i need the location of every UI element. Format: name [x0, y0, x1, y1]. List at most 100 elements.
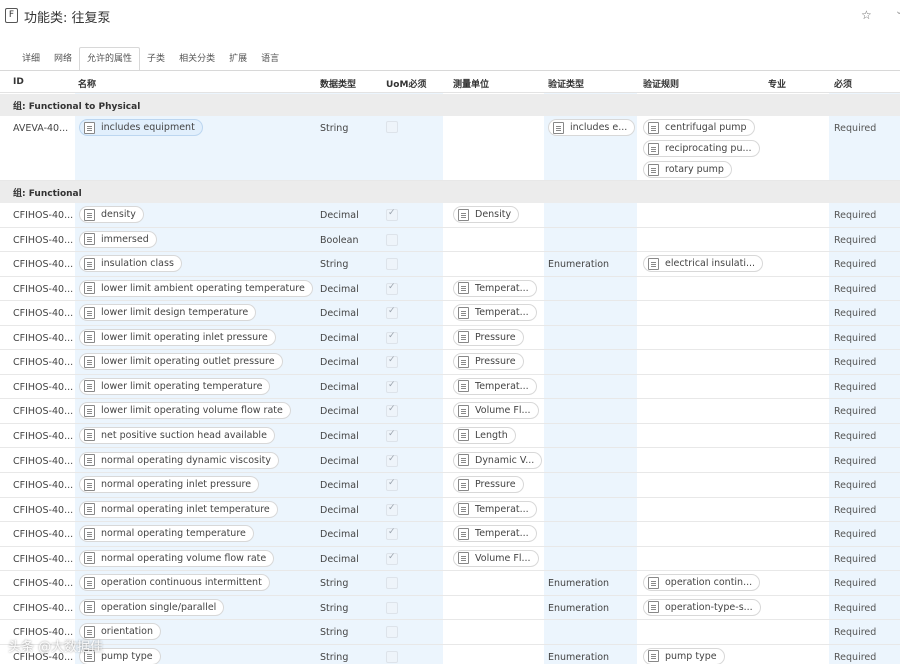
col-header-uom-required[interactable]: UoM必须 — [386, 77, 426, 90]
attribute-chip[interactable]: normal operating inlet temperature — [79, 500, 278, 518]
tab-related-classes[interactable]: 相关分类 — [172, 47, 222, 71]
uom-required-checkbox[interactable] — [386, 478, 398, 492]
tab-allowed-attributes[interactable]: 允许的属性 — [79, 47, 141, 71]
unit-chip[interactable]: Temperat... — [453, 500, 537, 518]
unit-chip[interactable]: Volume Fl... — [453, 402, 539, 420]
validation-rule-chip[interactable]: reciprocating pu... — [643, 140, 760, 157]
tab-language[interactable]: 语言 — [254, 47, 286, 71]
uom-required-checkbox[interactable] — [386, 454, 398, 467]
table-row[interactable]: CFIHOS-40... immersed Boolean Required — [0, 228, 900, 253]
col-header-discipline[interactable]: 专业 — [768, 77, 786, 90]
uom-required-checkbox[interactable] — [386, 282, 398, 295]
uom-required-checkbox[interactable] — [386, 650, 398, 663]
attribute-chip[interactable]: lower limit operating inlet pressure — [79, 328, 276, 346]
uom-required-checkbox[interactable] — [386, 355, 398, 369]
attribute-chip[interactable]: normal operating volume flow rate — [79, 549, 275, 567]
uom-required-checkbox[interactable] — [386, 404, 398, 418]
table-row[interactable]: CFIHOS-40... orientation String Required — [0, 620, 900, 645]
attribute-chip[interactable]: density — [79, 206, 144, 223]
unit-chip[interactable]: Temperat... — [453, 377, 537, 395]
uom-required-checkbox[interactable] — [386, 306, 398, 320]
attribute-chip[interactable]: normal operating inlet pressure — [79, 476, 260, 494]
unit-chip[interactable]: Dynamic V... — [453, 451, 543, 469]
validation-rule-chip[interactable]: centrifugal pump — [643, 119, 755, 136]
attribute-chip[interactable]: lower limit operating temperature — [79, 377, 271, 395]
uom-required-checkbox[interactable] — [386, 626, 398, 639]
table-row[interactable]: CFIHOS-40... normal operating inlet press… — [0, 473, 900, 498]
uom-required-checkbox[interactable] — [386, 601, 398, 614]
attribute-chip[interactable]: lower limit ambient operating temperatur… — [79, 279, 313, 297]
col-header-name[interactable]: 名称 — [78, 77, 96, 90]
uom-required-checkbox[interactable] — [386, 208, 398, 221]
col-header-validation-type[interactable]: 验证类型 — [548, 77, 584, 90]
unit-chip[interactable]: Pressure — [453, 328, 524, 346]
group-header-functional-to-physical[interactable]: 组: Functional to Physical — [0, 94, 900, 116]
more-options-icon[interactable]: ⌄ — [895, 6, 900, 17]
attribute-chip[interactable]: lower limit operating outlet pressure — [79, 353, 283, 371]
attribute-chip[interactable]: includes equipment — [79, 119, 203, 136]
table-row[interactable]: CFIHOS-40... lower limit operating inlet … — [0, 326, 900, 351]
validation-rule-chip[interactable]: pump type — [643, 647, 725, 664]
uom-required-checkbox[interactable] — [386, 503, 398, 516]
table-row[interactable]: CFIHOS-40... normal operating inlet tempe… — [0, 498, 900, 523]
table-row[interactable]: CFIHOS-40... normal operating volume flow… — [0, 547, 900, 572]
unit-chip[interactable]: Volume Fl... — [453, 549, 539, 567]
table-row[interactable]: CFIHOS-40... operation single/parallel Str… — [0, 596, 900, 621]
attribute-name: lower limit ambient operating temperatur… — [101, 282, 305, 294]
tab-subclasses[interactable]: 子类 — [140, 47, 172, 71]
validation-rule-chip[interactable]: rotary pump — [643, 161, 732, 178]
col-header-validation-rule[interactable]: 验证规则 — [643, 77, 679, 90]
attribute-chip[interactable]: operation continuous intermittent — [79, 574, 270, 592]
table-row[interactable]: CFIHOS-40... lower limit design temperatu… — [0, 301, 900, 326]
unit-chip[interactable]: Density — [453, 206, 520, 223]
attribute-chip[interactable]: normal operating dynamic viscosity — [79, 451, 279, 469]
uom-required-checkbox[interactable] — [386, 121, 398, 133]
attribute-chip[interactable]: insulation class — [79, 255, 182, 273]
validation-rule-chip[interactable]: electrical insulati... — [643, 255, 764, 273]
favorite-star-icon[interactable]: ☆ — [861, 8, 872, 22]
uom-required-checkbox[interactable] — [386, 233, 398, 246]
unit-chip[interactable]: Pressure — [453, 476, 524, 494]
validation-rule-chip[interactable]: operation-type-s... — [643, 598, 761, 616]
unit-chip[interactable]: Temperat... — [453, 304, 537, 322]
uom-required-checkbox[interactable] — [386, 258, 398, 271]
uom-required-checkbox[interactable] — [386, 380, 398, 393]
col-header-data-type[interactable]: 数据类型 — [320, 77, 356, 90]
table-row[interactable]: CFIHOS-40... operation continuous intermi… — [0, 571, 900, 596]
unit-chip[interactable]: Length — [453, 426, 516, 444]
uom-required-checkbox[interactable] — [386, 331, 398, 344]
attribute-chip[interactable]: net positive suction head available — [79, 426, 275, 444]
group-header-functional[interactable]: 组: Functional — [0, 181, 900, 203]
table-row[interactable]: CFIHOS-40... lower limit operating temper… — [0, 375, 900, 400]
table-row[interactable]: CFIHOS-40... lower limit ambient operatin… — [0, 277, 900, 302]
uom-required-checkbox[interactable] — [386, 577, 398, 590]
tab-details[interactable]: 详细 — [15, 47, 47, 71]
table-row[interactable]: CFIHOS-40... lower limit operating volume… — [0, 399, 900, 424]
uom-required-checkbox[interactable] — [386, 429, 398, 442]
unit-chip[interactable]: Pressure — [453, 353, 524, 371]
attribute-chip[interactable]: normal operating temperature — [79, 525, 254, 543]
table-row[interactable]: CFIHOS-40... lower limit operating outlet… — [0, 350, 900, 375]
validation-type-chip[interactable]: includes e... — [548, 119, 636, 136]
table-row[interactable]: CFIHOS-40... insulation class String Enumer… — [0, 252, 900, 277]
table-row[interactable]: CFIHOS-40... net positive suction head av… — [0, 424, 900, 449]
table-row[interactable]: CFIHOS-40... normal operating temperature… — [0, 522, 900, 547]
attribute-chip[interactable]: lower limit design temperature — [79, 304, 257, 322]
tab-network[interactable]: 网络 — [47, 47, 79, 71]
uom-required-checkbox[interactable] — [386, 552, 398, 565]
col-header-id[interactable]: ID — [13, 77, 24, 87]
uom-required-checkbox[interactable] — [386, 527, 398, 541]
col-header-required[interactable]: 必须 — [834, 77, 852, 90]
unit-chip[interactable]: Temperat... — [453, 525, 537, 543]
table-row[interactable]: AVEVA-40... includes equipment String in… — [0, 116, 900, 181]
attribute-chip[interactable]: immersed — [79, 230, 157, 248]
col-header-unit[interactable]: 测量单位 — [453, 77, 489, 90]
validation-rule-chip[interactable]: operation contin... — [643, 574, 761, 592]
table-row[interactable]: CFIHOS-40... normal operating dynamic vis… — [0, 449, 900, 474]
table-row[interactable]: CFIHOS-40... pump type String Enumeration pu… — [0, 645, 900, 664]
tab-extensions[interactable]: 扩展 — [222, 47, 254, 71]
table-row[interactable]: CFIHOS-40... density Decimal Density Require… — [0, 203, 900, 228]
unit-chip[interactable]: Temperat... — [453, 279, 537, 297]
attribute-chip[interactable]: operation single/parallel — [79, 598, 225, 616]
attribute-chip[interactable]: lower limit operating volume flow rate — [79, 402, 291, 420]
